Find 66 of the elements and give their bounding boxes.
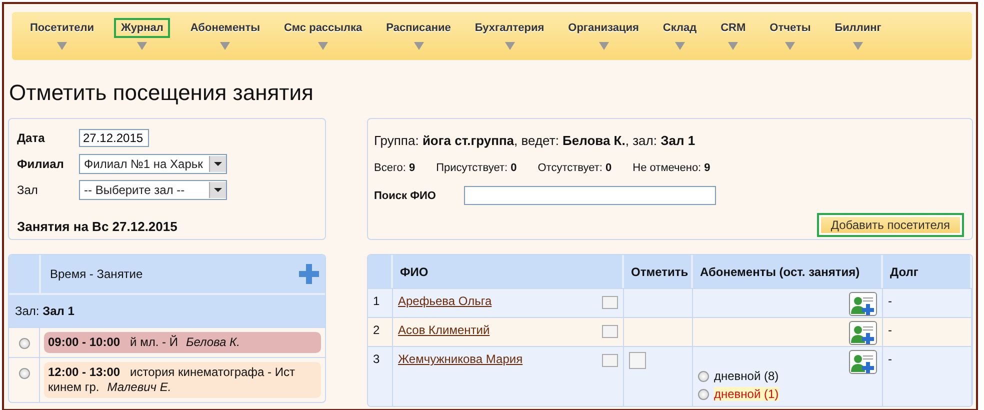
debt-value: - xyxy=(883,346,972,406)
field-label: Филиал xyxy=(17,157,65,171)
hall-dropdown[interactable]: -- Выберите зал -- xyxy=(79,180,227,200)
subscription-label: дневной (8) xyxy=(714,369,779,383)
count-label: Отсутствует: 0 xyxy=(538,162,612,174)
page-title: Отметить посещения занятия xyxy=(9,80,314,107)
caret-icon xyxy=(674,42,685,50)
caret-icon xyxy=(414,42,424,50)
column-header: Отметить xyxy=(624,255,693,288)
session-entry[interactable]: 12:00 - 13:00 история кинематографа - Ист кинем гр. Малевич Е. xyxy=(44,362,321,398)
search-field[interactable] xyxy=(464,186,716,205)
caret-icon xyxy=(56,42,67,50)
add-person-icon[interactable] xyxy=(849,350,877,374)
menu-item[interactable]: Организация xyxy=(561,12,646,52)
caret-icon xyxy=(504,42,515,50)
debt-value: - xyxy=(883,288,972,317)
field-label: Зал xyxy=(17,183,39,197)
caret-icon xyxy=(137,42,148,50)
session-entry[interactable]: 09:00 - 10:00 й мл. - Й Белова К. xyxy=(44,332,321,353)
group-summary: Группа: йога ст.группа, ведет: Белова К., зал: Зал 1 xyxy=(374,133,696,148)
menu-item[interactable]: Бухгалтерия xyxy=(468,12,552,52)
count-label: Всего: 9 xyxy=(374,162,416,174)
radio-button[interactable] xyxy=(18,368,30,379)
caret-icon xyxy=(220,42,230,50)
row-number: 2 xyxy=(368,317,393,346)
checkbox[interactable] xyxy=(629,352,646,369)
menu-item[interactable]: Смс рассылка xyxy=(276,12,370,52)
add-visitor-button[interactable]: Добавить посетителя xyxy=(816,213,964,237)
menu-item[interactable]: Журнал xyxy=(110,12,174,52)
count-label: Не отмечено: 9 xyxy=(632,162,710,174)
person-link[interactable]: Арефьева Ольга xyxy=(398,294,492,308)
debt-value: - xyxy=(883,317,972,346)
day-heading: Занятия на Вс 27.12.2015 xyxy=(17,219,178,234)
column-header: Время - Занятие xyxy=(50,267,143,281)
caret-icon xyxy=(728,42,738,50)
person-link[interactable]: Жемчужникова Мария xyxy=(398,352,523,366)
caret-icon xyxy=(318,42,328,50)
column-header: Долг xyxy=(883,255,972,288)
subscription-label: дневной (1) xyxy=(714,387,779,401)
hall-group-row: Зал: Зал 1 xyxy=(9,293,325,327)
field-label: Дата xyxy=(17,131,46,145)
menu-item[interactable]: Посетители xyxy=(23,12,101,52)
person-link[interactable]: Асов Климентий xyxy=(398,323,490,337)
row-number: 1 xyxy=(368,288,393,317)
radio-button[interactable] xyxy=(698,388,709,400)
count-label: Присутствует: 0 xyxy=(436,162,517,174)
branch-dropdown[interactable]: Филиал №1 на Харьк xyxy=(79,154,227,174)
column-header: ФИО xyxy=(393,255,624,288)
radio-button[interactable] xyxy=(18,338,30,349)
field-label: Поиск ФИО xyxy=(374,190,437,202)
row-number: 3 xyxy=(368,346,393,406)
plus-icon[interactable] xyxy=(299,264,319,284)
caret-icon xyxy=(853,42,864,50)
menu-item[interactable]: Отчеты xyxy=(762,12,818,52)
menu-item[interactable]: Биллинг xyxy=(828,12,888,52)
menu-item[interactable]: Склад xyxy=(656,12,704,52)
caret-icon xyxy=(598,42,609,50)
add-person-icon[interactable] xyxy=(849,292,877,316)
add-person-icon[interactable] xyxy=(849,321,877,345)
menu-item[interactable]: Расписание xyxy=(379,12,458,52)
column-header: Абонементы (ост. занятия) xyxy=(693,255,883,288)
date-field[interactable]: 27.12.2015 xyxy=(79,129,149,147)
radio-button[interactable] xyxy=(698,370,709,382)
caret-icon xyxy=(785,42,796,50)
menu-item[interactable]: CRM xyxy=(714,12,753,52)
menu-item[interactable]: Абонементы xyxy=(183,12,267,52)
